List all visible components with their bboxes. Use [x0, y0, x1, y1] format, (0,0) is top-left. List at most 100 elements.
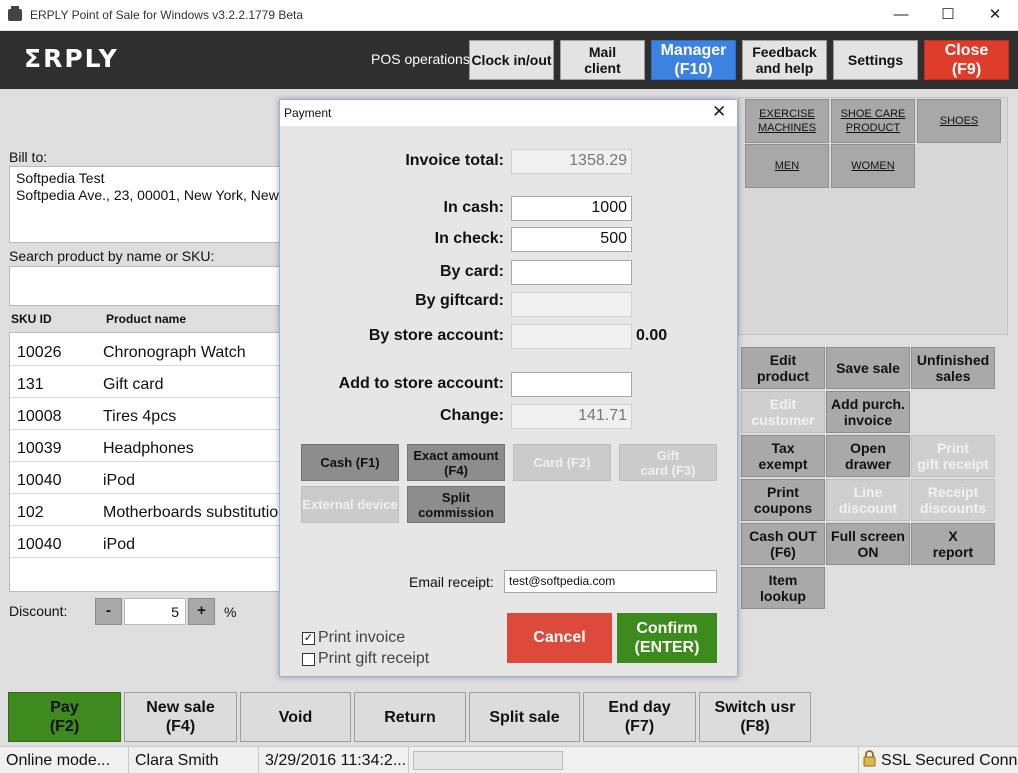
lock-icon [863, 750, 876, 767]
x-report-button[interactable]: X report [911, 523, 995, 565]
tax-exempt-button[interactable]: Tax exempt [741, 435, 825, 477]
table-row[interactable]: 10040 iPod [10, 462, 283, 494]
status-datetime: 3/29/2016 11:34:2... [259, 747, 409, 773]
table-row[interactable]: 102 Motherboards substitution [10, 494, 284, 526]
discount-minus-button[interactable]: - [95, 598, 122, 625]
product-name-cell: Gift card [103, 376, 164, 393]
receipt-discounts-button[interactable]: Receipt discounts [911, 479, 995, 521]
print-invoice-checkbox[interactable]: ✓ [302, 632, 315, 645]
feedback-help-button[interactable]: Feedback and help [742, 40, 827, 80]
in-check-field[interactable]: 500 [511, 227, 632, 252]
erply-logo: ΣRPLY [24, 44, 119, 73]
split-sale-button[interactable]: Split sale [469, 692, 580, 742]
line-discount-button[interactable]: Line discount [826, 479, 910, 521]
in-cash-field[interactable]: 1000 [511, 196, 632, 221]
by-store-account-label: By store account: [368, 327, 504, 344]
print-gift-receipt-checkbox[interactable] [302, 653, 315, 666]
edit-customer-button[interactable]: Edit customer [741, 391, 825, 433]
cash-out-button[interactable]: Cash OUT (F6) [741, 523, 825, 565]
manager-button[interactable]: Manager (F10) [651, 40, 736, 80]
bill-to-box[interactable]: Softpedia Test Softpedia Ave., 23, 00001… [9, 166, 284, 243]
product-search-input[interactable] [9, 266, 284, 306]
discount-plus-button[interactable]: + [188, 598, 215, 625]
table-row[interactable]: 10026 Chronograph Watch [10, 334, 283, 366]
table-row[interactable]: 10039 Headphones [10, 430, 283, 462]
add-purch-invoice-button[interactable]: Add purch. invoice [826, 391, 910, 433]
by-card-label: By card: [439, 263, 504, 280]
full-screen-button[interactable]: Full screen ON [826, 523, 910, 565]
status-divider [858, 747, 859, 773]
minimize-button[interactable]: — [878, 0, 924, 31]
by-store-account-field[interactable] [511, 324, 632, 349]
payment-dialog: Payment ✕ Invoice total: 1358.29 In cash… [279, 99, 738, 677]
invoice-total-field: 1358.29 [511, 149, 632, 174]
by-giftcard-label: By giftcard: [415, 292, 504, 309]
split-commission-button[interactable]: Split commission [407, 486, 505, 523]
discount-input[interactable]: 5 [124, 598, 186, 625]
sku-cell: 10008 [17, 408, 62, 425]
table-row[interactable]: 131 Gift card [10, 366, 283, 398]
cancel-button[interactable]: Cancel [507, 613, 612, 663]
clock-in-out-button[interactable]: Clock in/out [469, 40, 554, 80]
cash-register-icon [8, 6, 22, 21]
category-shoe-care-product[interactable]: SHOE CARE PRODUCT [831, 99, 915, 143]
settings-button[interactable]: Settings [833, 40, 918, 80]
edit-product-button[interactable]: Edit product [741, 347, 825, 389]
gift-card-payment-button[interactable]: Gift card (F3) [619, 444, 717, 481]
app-header: ΣRPLY POS operations Clock in/out Mail c… [0, 31, 1018, 89]
by-giftcard-field[interactable] [511, 292, 632, 317]
sku-cell: 10040 [17, 472, 62, 489]
customer-address: Softpedia Ave., 23, 00001, New York, New [16, 187, 279, 203]
category-exercise-machines[interactable]: EXERCISE MACHINES [745, 99, 829, 143]
status-mode: Online mode... [0, 747, 129, 773]
table-row[interactable]: 10008 Tires 4pcs [10, 398, 283, 430]
category-women[interactable]: WOMEN [831, 144, 915, 188]
category-men[interactable]: MEN [745, 144, 829, 188]
in-check-label: In check: [434, 230, 504, 247]
add-store-account-field[interactable] [511, 372, 632, 397]
add-store-account-label: Add to store account: [338, 375, 504, 392]
bottom-action-bar: Pay (F2) New sale (F4) Void Return Split… [0, 689, 1018, 746]
category-shoes[interactable]: SHOES [917, 99, 1001, 143]
close-app-button[interactable]: Close (F9) [924, 40, 1009, 80]
card-payment-button[interactable]: Card (F2) [513, 444, 611, 481]
status-progress-bar [413, 751, 563, 770]
mail-client-button[interactable]: Mail client [560, 40, 645, 80]
external-device-button[interactable]: External device [301, 486, 399, 523]
window-title: ERPLY Point of Sale for Windows v3.2.2.1… [30, 8, 304, 22]
sku-cell: 10040 [17, 536, 62, 553]
void-button[interactable]: Void [240, 692, 351, 742]
product-name-cell: Motherboards substitution [103, 504, 284, 521]
exact-amount-button[interactable]: Exact amount (F4) [407, 444, 505, 481]
confirm-button[interactable]: Confirm (ENTER) [617, 613, 717, 663]
window-close-button[interactable]: ✕ [972, 0, 1018, 31]
search-label: Search product by name or SKU: [9, 248, 215, 264]
sku-cell: 10039 [17, 440, 62, 457]
sku-cell: 10026 [17, 344, 62, 361]
pay-button[interactable]: Pay (F2) [8, 692, 121, 742]
save-sale-button[interactable]: Save sale [826, 347, 910, 389]
table-row[interactable]: 10040 iPod [10, 526, 283, 558]
discount-label: Discount: [9, 603, 68, 619]
email-receipt-input[interactable]: test@softpedia.com [504, 570, 717, 593]
print-gift-receipt-label: Print gift receipt [318, 650, 430, 667]
print-coupons-button[interactable]: Print coupons [741, 479, 825, 521]
cash-payment-button[interactable]: Cash (F1) [301, 444, 399, 481]
return-button[interactable]: Return [354, 692, 466, 742]
dialog-close-icon[interactable]: ✕ [712, 102, 726, 122]
by-card-field[interactable] [511, 260, 632, 285]
unfinished-sales-button[interactable]: Unfinished sales [911, 347, 995, 389]
in-cash-label: In cash: [443, 199, 504, 216]
new-sale-button[interactable]: New sale (F4) [124, 692, 237, 742]
open-drawer-button[interactable]: Open drawer [826, 435, 910, 477]
item-lookup-button[interactable]: Item lookup [741, 567, 825, 609]
sku-cell: 102 [17, 504, 44, 521]
product-name-cell: Tires 4pcs [103, 408, 177, 425]
invoice-total-label: Invoice total: [405, 152, 504, 169]
status-bar: Online mode... Clara Smith 3/29/2016 11:… [0, 746, 1018, 773]
print-gift-receipt-button[interactable]: Print gift receipt [911, 435, 995, 477]
switch-user-button[interactable]: Switch usr (F8) [699, 692, 811, 742]
maximize-button[interactable]: ☐ [925, 0, 971, 31]
product-name-cell: Chronograph Watch [103, 344, 246, 361]
end-day-button[interactable]: End day (F7) [583, 692, 696, 742]
